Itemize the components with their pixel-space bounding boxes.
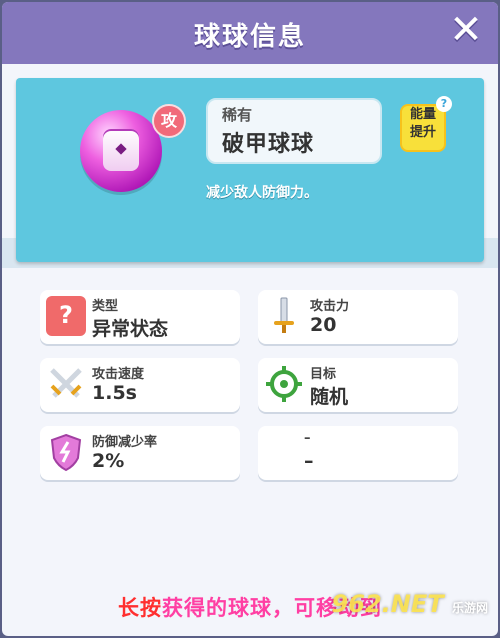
stat-value: 2% [92,450,125,472]
close-icon[interactable]: ✕ [446,10,486,50]
hold-label: 长按 [118,596,162,620]
crossed-swords-icon [46,364,86,404]
stat-label: 目标 [310,367,337,382]
stat-label: 攻击力 [310,299,350,314]
energy-boost-button[interactable]: 能量 提升 ? [400,96,452,152]
broken-shield-icon [46,432,86,472]
stat-value: 20 [310,314,337,336]
question-icon: ? [46,296,86,336]
stat-value: 随机 [310,386,349,408]
shield-core [103,129,139,171]
stat-label: 攻击速度 [92,367,145,382]
stat-attack: 攻击力 20 [258,290,458,344]
stat-value: – [304,450,314,472]
attack-badge: 攻 [152,104,186,138]
rarity-label: 稀有 [222,106,253,124]
ball-orb-icon [80,110,162,192]
watermark-sub: 乐游网 [451,601,488,615]
name-box: 稀有 破甲球球 [206,98,382,164]
watermark-brand: 962.NET [331,590,444,618]
ball-description: 减少敌人防御力。 [206,185,318,201]
stat-target: 目标 随机 [258,358,458,412]
stat-defense-reduction: 防御减少率 2% [40,426,240,480]
ball-name: 破甲球球 [222,132,315,157]
stat-type: ? 类型 异常状态 [40,290,240,344]
page-title: 球球信息 [193,22,306,52]
stat-value: 1.5s [92,382,137,404]
ball-hero-card: 攻 稀有 破甲球球 能量 提升 ? 减少敌人防御力。 [16,78,484,262]
ball-info-panel: 球球信息 ✕ 攻 稀有 破甲球球 能量 提升 ? 减少敌人防御力。 ? 类型 异… [2,2,498,636]
stat-label: 类型 [92,299,119,314]
sword-icon [264,296,304,336]
stat-attack-speed: 攻击速度 1.5s [40,358,240,412]
stat-label: 防御减少率 [92,435,158,450]
energy-label-2: 提升 [409,125,436,140]
header-bar: 球球信息 ✕ [2,2,498,64]
watermark: 962.NET 乐游网 [332,590,488,618]
stat-value: 异常状态 [92,318,169,340]
stat-label: – [304,431,311,446]
stat-empty: – – [258,426,458,480]
help-icon[interactable]: ? [436,96,452,112]
target-icon [264,364,304,404]
